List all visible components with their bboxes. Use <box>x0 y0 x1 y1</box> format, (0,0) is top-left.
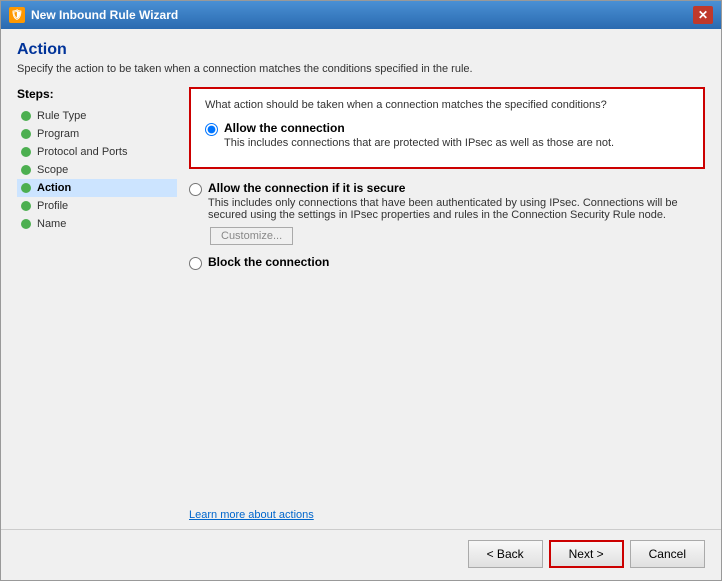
sidebar-item-protocol-ports[interactable]: Protocol and Ports <box>17 143 177 161</box>
option-allow-content: Allow the connection This includes conne… <box>224 121 614 149</box>
close-button[interactable]: ✕ <box>693 6 713 24</box>
sidebar-item-program[interactable]: Program <box>17 125 177 143</box>
option-block-content: Block the connection <box>208 255 329 269</box>
sidebar-item-action[interactable]: Action <box>17 179 177 197</box>
sidebar-label-protocol-ports: Protocol and Ports <box>37 146 128 158</box>
learn-more-link[interactable]: Learn more about actions <box>189 501 705 521</box>
footer: < Back Next > Cancel <box>1 529 721 580</box>
question-box: What action should be taken when a conne… <box>189 87 705 169</box>
option-allow-desc: This includes connections that are prote… <box>224 137 614 149</box>
main-body: Steps: Rule Type Program Protocol and Po… <box>17 87 705 521</box>
option-allow-secure: Allow the connection if it is secure Thi… <box>189 181 705 245</box>
sidebar-label-scope: Scope <box>37 164 68 176</box>
sidebar-label-rule-type: Rule Type <box>37 110 86 122</box>
sidebar: Steps: Rule Type Program Protocol and Po… <box>17 87 177 521</box>
step-dot-program <box>21 129 31 139</box>
sidebar-heading: Steps: <box>17 87 177 101</box>
option-allow: Allow the connection This includes conne… <box>205 121 689 149</box>
step-dot-protocol-ports <box>21 147 31 157</box>
page-title: Action <box>17 41 705 59</box>
sidebar-item-profile[interactable]: Profile <box>17 197 177 215</box>
step-dot-scope <box>21 165 31 175</box>
radio-block[interactable] <box>189 257 202 270</box>
page-subtitle: Specify the action to be taken when a co… <box>17 63 705 75</box>
option-allow-label: Allow the connection <box>224 121 614 135</box>
content-area: Action Specify the action to be taken wh… <box>1 29 721 529</box>
next-button[interactable]: Next > <box>549 540 624 568</box>
cancel-button[interactable]: Cancel <box>630 540 705 568</box>
step-dot-profile <box>21 201 31 211</box>
options-area: Allow the connection if it is secure Thi… <box>189 181 705 278</box>
sidebar-item-name[interactable]: Name <box>17 215 177 233</box>
sidebar-label-profile: Profile <box>37 200 68 212</box>
option-allow-secure-content: Allow the connection if it is secure Thi… <box>208 181 705 245</box>
radio-allow[interactable] <box>205 123 218 136</box>
step-dot-action <box>21 183 31 193</box>
sidebar-label-name: Name <box>37 218 66 230</box>
customize-button[interactable]: Customize... <box>210 227 293 245</box>
option-block: Block the connection <box>189 255 705 270</box>
titlebar-icon: 🛡 <box>9 7 25 23</box>
sidebar-label-program: Program <box>37 128 79 140</box>
sidebar-item-scope[interactable]: Scope <box>17 161 177 179</box>
option-allow-secure-label: Allow the connection if it is secure <box>208 181 705 195</box>
sidebar-label-action: Action <box>37 182 71 194</box>
option-block-label: Block the connection <box>208 255 329 269</box>
titlebar: 🛡 New Inbound Rule Wizard ✕ <box>1 1 721 29</box>
right-panel: What action should be taken when a conne… <box>189 87 705 521</box>
sidebar-item-rule-type[interactable]: Rule Type <box>17 107 177 125</box>
question-text: What action should be taken when a conne… <box>205 99 689 111</box>
radio-allow-secure[interactable] <box>189 183 202 196</box>
back-button[interactable]: < Back <box>468 540 543 568</box>
option-allow-secure-desc: This includes only connections that have… <box>208 197 705 221</box>
step-dot-rule-type <box>21 111 31 121</box>
step-dot-name <box>21 219 31 229</box>
titlebar-title: New Inbound Rule Wizard <box>31 8 693 22</box>
wizard-window: 🛡 New Inbound Rule Wizard ✕ Action Speci… <box>0 0 722 581</box>
